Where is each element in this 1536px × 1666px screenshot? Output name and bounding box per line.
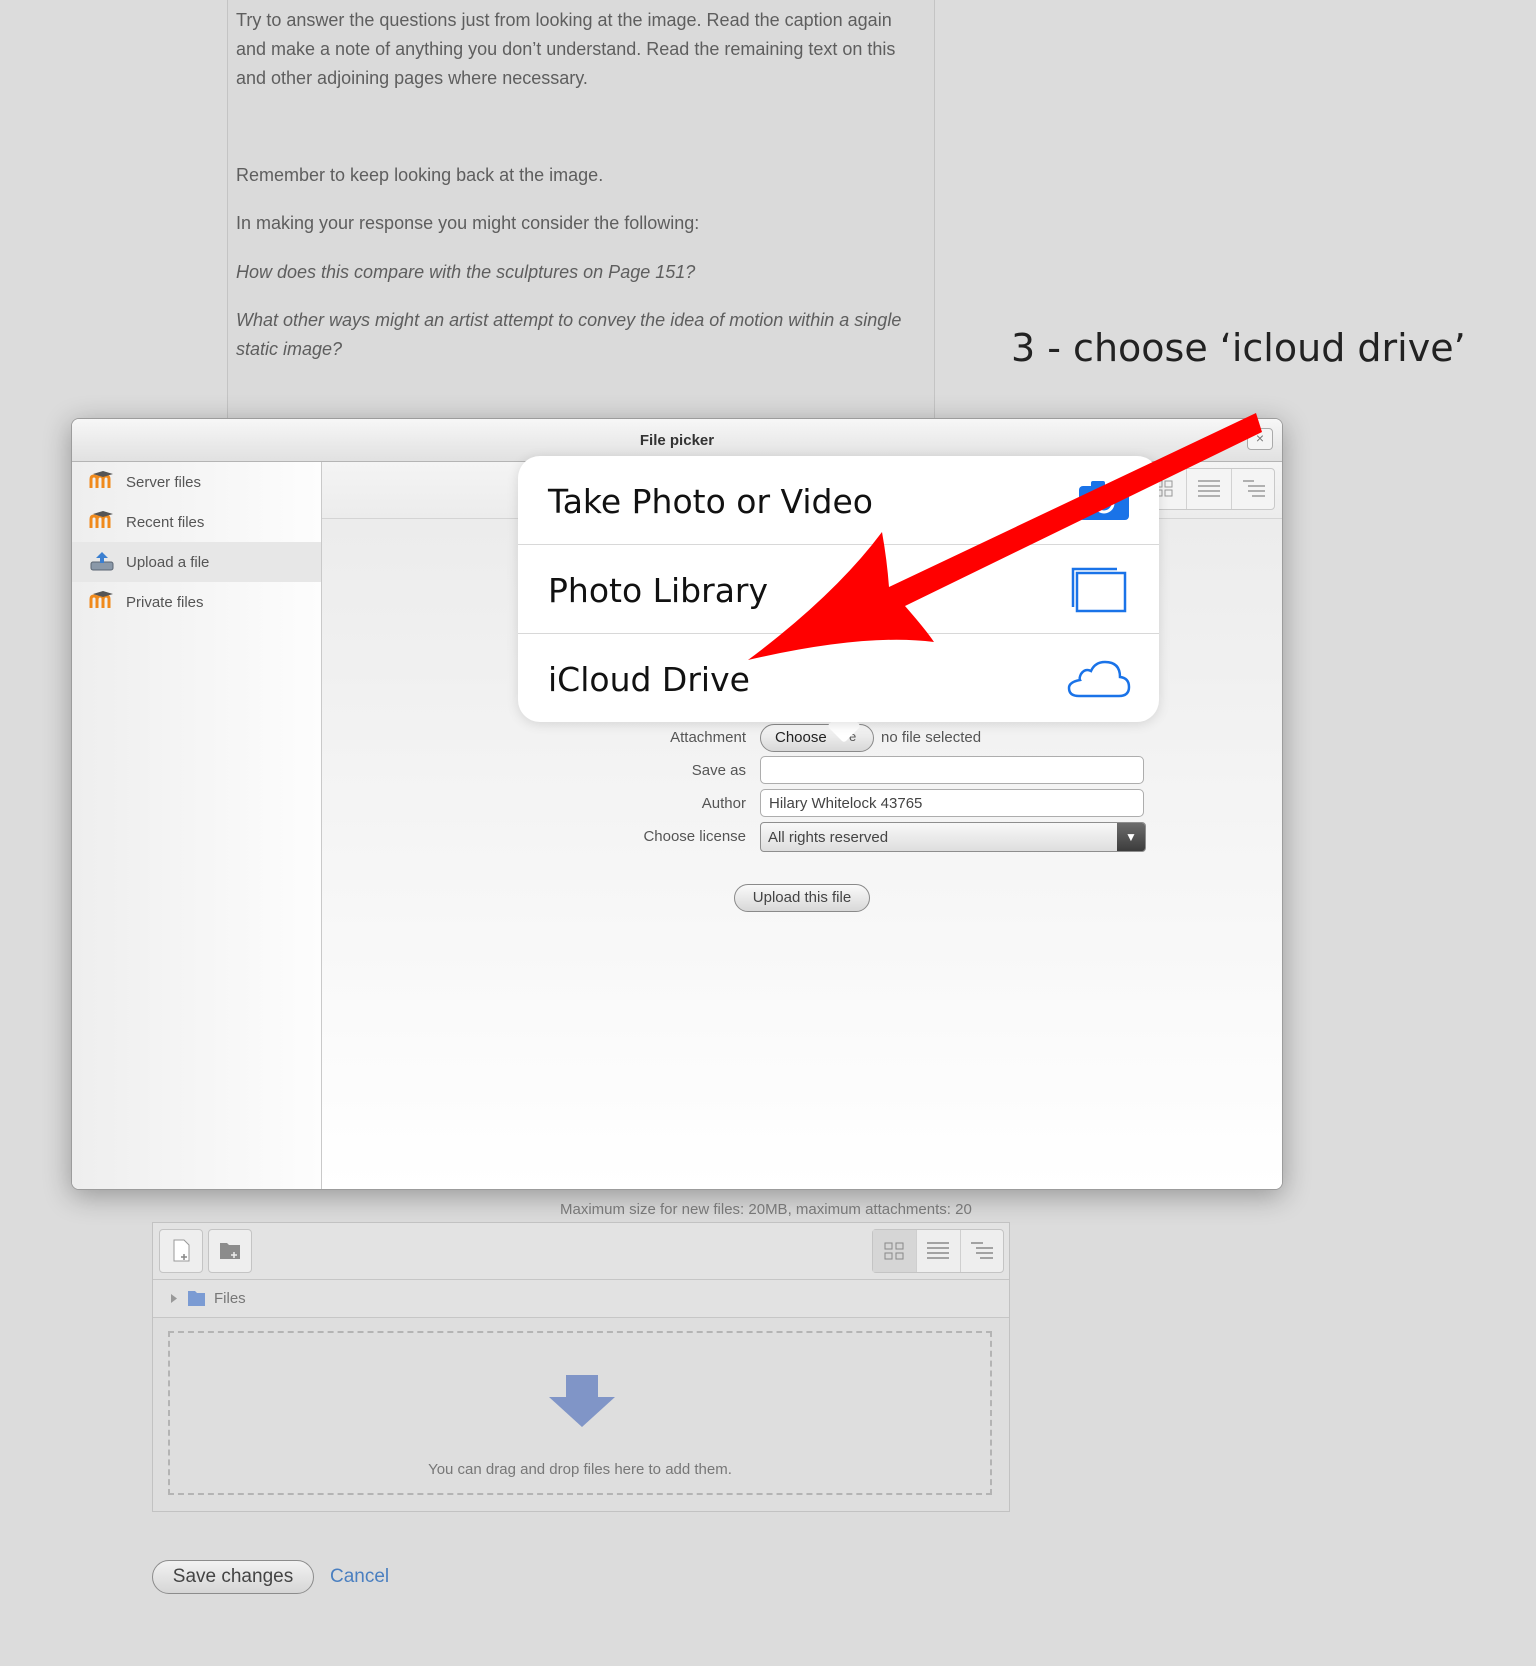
author-field[interactable]: Hilary Whitelock 43765	[760, 789, 1144, 817]
repository-sidebar: Server files Recent files Upload a file …	[72, 462, 322, 1189]
list-view-button[interactable]	[917, 1230, 961, 1272]
breadcrumb-files[interactable]: Files	[214, 1290, 246, 1307]
tree-view-button[interactable]	[961, 1230, 1004, 1272]
option-icloud-drive[interactable]: iCloud Drive	[518, 634, 1159, 722]
option-label: iCloud Drive	[548, 660, 750, 699]
license-label: Choose license	[643, 828, 746, 845]
remember-paragraph: Remember to keep looking back at the ima…	[236, 165, 604, 185]
icons-view-button[interactable]	[873, 1230, 917, 1272]
save-as-field[interactable]	[760, 756, 1144, 784]
moodle-icon	[89, 591, 113, 608]
tree-view-button[interactable]	[1232, 469, 1276, 509]
license-select[interactable]: All rights reserved ▼	[760, 822, 1146, 852]
save-changes-button[interactable]: Save changes	[152, 1560, 314, 1594]
choose-button-label: Choose	[775, 729, 827, 746]
dropdown-arrow-icon: ▼	[1117, 823, 1145, 851]
max-size-info: Maximum size for new files: 20MB, maximu…	[560, 1201, 972, 1218]
sidebar-item-label: Upload a file	[126, 554, 210, 571]
file-manager-view-switcher	[872, 1229, 1004, 1273]
file-manager-toolbar	[153, 1223, 1009, 1280]
dialog-title: File picker	[639, 432, 715, 449]
breadcrumb: Files	[153, 1280, 1009, 1318]
file-manager: Files You can drag and drop files here t…	[152, 1222, 1010, 1512]
close-button[interactable]: ×	[1247, 428, 1273, 450]
drop-arrow-icon	[549, 1375, 615, 1427]
question-2: What other ways might an artist attempt …	[236, 310, 902, 359]
tree-icon	[971, 1242, 993, 1259]
add-folder-icon	[220, 1243, 240, 1259]
grid-icon	[884, 1242, 904, 1260]
sidebar-item-recent-files[interactable]: Recent files	[72, 502, 321, 542]
add-file-icon	[173, 1239, 190, 1262]
moodle-icon	[89, 471, 113, 488]
sidebar-item-label: Server files	[126, 474, 202, 491]
attachment-label: Attachment	[670, 729, 746, 746]
no-file-selected-text: no file selected	[881, 729, 982, 746]
drop-zone[interactable]: You can drag and drop files here to add …	[168, 1331, 992, 1495]
article-column: Try to answer the questions just from lo…	[227, 0, 935, 420]
question-1: How does this compare with the sculpture…	[236, 262, 696, 282]
list-view-button[interactable]	[1187, 469, 1232, 509]
folder-icon	[171, 1291, 205, 1306]
making-paragraph: In making your response you might consid…	[236, 213, 700, 233]
drop-zone-text: You can drag and drop files here to add …	[428, 1461, 732, 1478]
option-label: Photo Library	[548, 571, 769, 610]
moodle-icon	[89, 511, 113, 528]
sidebar-item-upload-a-file[interactable]: Upload a file	[72, 542, 321, 582]
upload-this-file-button[interactable]: Upload this file	[734, 884, 870, 912]
cancel-link[interactable]: Cancel	[330, 1566, 389, 1588]
save-as-label: Save as	[691, 762, 746, 779]
create-folder-button[interactable]	[208, 1229, 252, 1273]
option-label: Take Photo or Video	[548, 482, 873, 521]
instruction-annotation: 3 - choose ‘icloud drive’	[1011, 326, 1466, 370]
list-icon	[927, 1242, 949, 1259]
sidebar-item-server-files[interactable]: Server files	[72, 462, 321, 502]
intro-paragraph: Try to answer the questions just from lo…	[236, 10, 896, 88]
option-photo-library[interactable]: Photo Library	[518, 545, 1159, 634]
license-select-value: All rights reserved	[768, 829, 889, 846]
option-take-photo-or-video[interactable]: Take Photo or Video	[518, 456, 1159, 545]
sidebar-item-private-files[interactable]: Private files	[72, 582, 321, 622]
sidebar-item-label: Recent files	[126, 514, 205, 531]
list-icon	[1198, 480, 1220, 497]
sidebar-item-label: Private files	[126, 594, 204, 611]
tree-icon	[1243, 480, 1265, 497]
cloud-icon	[1067, 660, 1131, 698]
add-file-button[interactable]	[159, 1229, 203, 1273]
upload-icon	[90, 552, 114, 571]
author-label: Author	[701, 795, 746, 812]
ios-action-sheet: Take Photo or Video Photo Library iCloud…	[518, 456, 1159, 722]
camera-icon	[1079, 481, 1129, 520]
photo-library-icon	[1071, 567, 1127, 613]
view-switcher	[1141, 468, 1275, 510]
